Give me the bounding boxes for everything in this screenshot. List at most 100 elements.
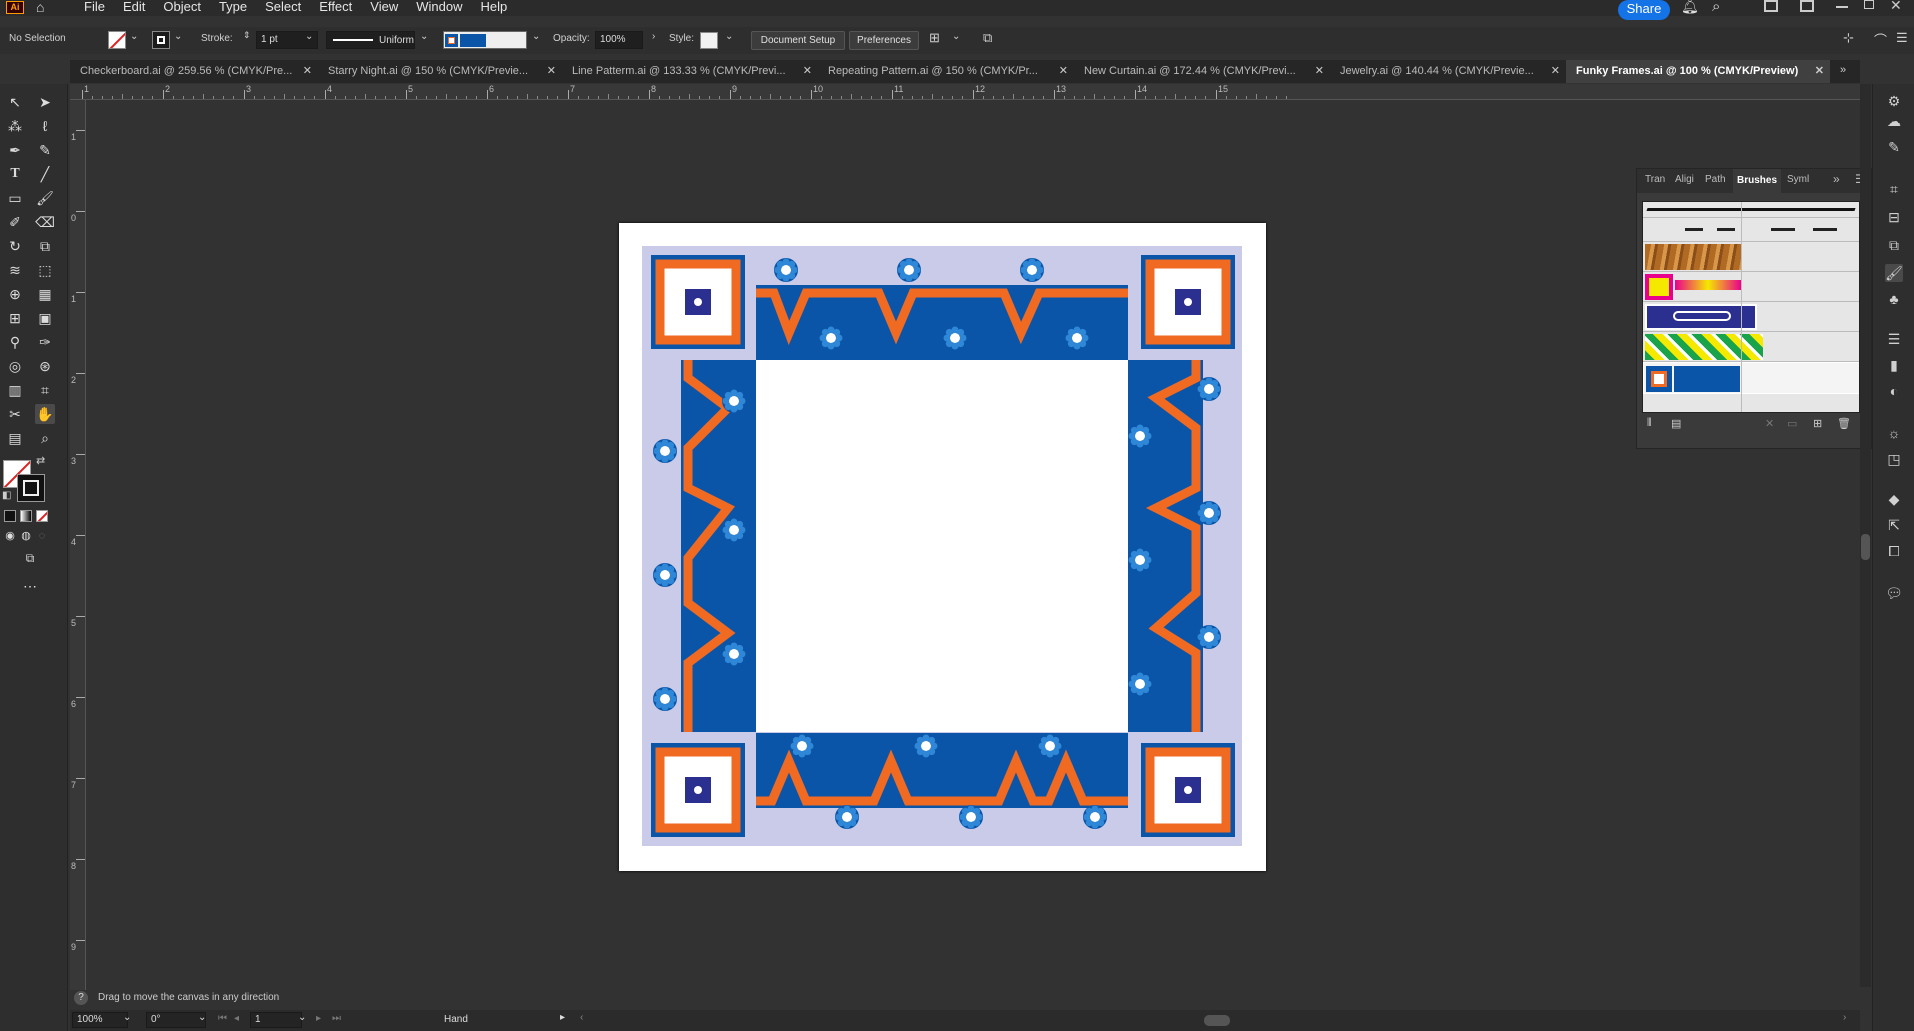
- gradient-tool-icon[interactable]: ▣: [35, 308, 55, 328]
- minimize-icon[interactable]: [1836, 6, 1848, 8]
- rectangle-tool-icon[interactable]: ▭: [5, 188, 25, 208]
- magic-wand-tool-icon[interactable]: ⁂: [5, 116, 25, 136]
- rotation-field[interactable]: 0°: [146, 1012, 206, 1028]
- close-tab-icon[interactable]: ✕: [1551, 60, 1560, 83]
- pen-tool-icon[interactable]: ✒: [5, 140, 25, 160]
- warp-tool-icon[interactable]: ≋: [5, 260, 25, 280]
- brush-row[interactable]: [1643, 242, 1859, 272]
- default-colors-icon[interactable]: ◧: [2, 490, 11, 501]
- stroke-weight-dropdown-icon[interactable]: ⌄: [305, 31, 313, 42]
- brush-row[interactable]: [1643, 218, 1859, 242]
- tab-symbols[interactable]: Syml: [1787, 174, 1809, 185]
- symbol-sprayer-tool-icon[interactable]: ⊛: [35, 356, 55, 376]
- tab-new-curtain[interactable]: New Curtain.ai @ 172.44 % (CMYK/Previ...…: [1074, 60, 1330, 83]
- close-tab-icon[interactable]: ✕: [1815, 60, 1824, 83]
- stroke-swatch[interactable]: [152, 31, 170, 49]
- draw-inside-icon[interactable]: ◌: [32, 526, 52, 546]
- export-icon[interactable]: ⇱: [1885, 516, 1903, 534]
- layers-icon[interactable]: ◆: [1885, 490, 1903, 508]
- measure-tool-icon[interactable]: ✑: [35, 332, 55, 352]
- rotate-tool-icon[interactable]: ↻: [5, 236, 25, 256]
- live-paint-tool-icon[interactable]: ▤: [5, 428, 25, 448]
- first-artboard-icon[interactable]: ⏮: [218, 1013, 227, 1024]
- brush-libraries-icon[interactable]: ⫴: [1647, 417, 1652, 430]
- bell-icon[interactable]: 🔔︎: [1681, 0, 1699, 15]
- last-artboard-icon[interactable]: ⏭: [332, 1013, 341, 1024]
- variable-width-profile[interactable]: Uniform: [326, 31, 415, 49]
- comments-icon[interactable]: 💬︎: [1885, 584, 1903, 602]
- tabs-overflow-icon[interactable]: »: [1840, 64, 1846, 76]
- panel-expand-icon[interactable]: »: [1833, 172, 1840, 186]
- scale-tool-icon[interactable]: ⧉: [35, 236, 55, 256]
- menu-select[interactable]: Select: [265, 0, 301, 14]
- tab-pathfinder[interactable]: Path: [1705, 174, 1726, 185]
- help-icon[interactable]: ?: [74, 991, 88, 1005]
- align-dropdown-icon[interactable]: ⌄: [952, 31, 960, 42]
- rotation-dropdown-icon[interactable]: ⌄: [198, 1012, 206, 1023]
- perspective-grid-tool-icon[interactable]: ▦: [35, 284, 55, 304]
- transform-icon[interactable]: ⌗: [1885, 180, 1903, 198]
- align-icon[interactable]: ⊞: [929, 30, 940, 46]
- tab-checkerboard[interactable]: Checkerboard.ai @ 259.56 % (CMYK/Pre... ✕: [70, 60, 318, 83]
- home-icon[interactable]: ⌂: [36, 0, 52, 15]
- stroke-color-swatch[interactable]: [17, 474, 45, 502]
- paintbrush-tool-icon[interactable]: 🖌︎: [35, 188, 55, 208]
- artboards-icon[interactable]: ⧠: [1885, 542, 1903, 560]
- zoom-field[interactable]: 100%: [72, 1012, 128, 1028]
- menu-edit[interactable]: Edit: [123, 0, 145, 14]
- funky-frame-artwork[interactable]: [619, 223, 1266, 871]
- graph-tool-icon[interactable]: ▥: [5, 380, 25, 400]
- graphic-styles-icon[interactable]: ◳: [1885, 450, 1903, 468]
- learn-icon[interactable]: ✎: [1885, 138, 1903, 156]
- opacity-field[interactable]: 100%: [595, 31, 643, 49]
- libraries-icon[interactable]: ☁: [1885, 112, 1903, 130]
- menu-object[interactable]: Object: [163, 0, 201, 14]
- previous-artboard-icon[interactable]: ◂: [234, 1013, 239, 1024]
- zoom-tool-icon[interactable]: ⌕: [35, 428, 55, 448]
- style-dropdown-icon[interactable]: ⌄: [725, 31, 733, 42]
- stroke-icon[interactable]: ☰: [1885, 330, 1903, 348]
- menu-window[interactable]: Window: [416, 0, 462, 14]
- shape-builder-tool-icon[interactable]: ⊕: [5, 284, 25, 304]
- pathfinder-icon[interactable]: ⧉: [1885, 236, 1903, 254]
- workspace-icon[interactable]: [1764, 0, 1778, 12]
- transform-panel-icon[interactable]: ⧉: [983, 30, 992, 46]
- close-tab-icon[interactable]: ✕: [1315, 60, 1324, 83]
- stroke-stepper-icon[interactable]: ⇕: [243, 30, 251, 41]
- artboard-number-field[interactable]: 1: [250, 1012, 302, 1028]
- free-transform-tool-icon[interactable]: ⬚: [35, 260, 55, 280]
- tab-brushes[interactable]: Brushes: [1733, 169, 1782, 193]
- type-tool-icon[interactable]: T: [5, 164, 25, 184]
- align-icon[interactable]: ⊟: [1885, 208, 1903, 226]
- swap-colors-icon[interactable]: ⇄: [36, 454, 45, 467]
- preferences-button[interactable]: Preferences: [849, 31, 919, 50]
- new-brush-icon[interactable]: ⊞: [1813, 417, 1822, 430]
- tab-line-pattern[interactable]: Line Patterm.ai @ 133.33 % (CMYK/Previ..…: [562, 60, 818, 83]
- edit-toolbar-icon[interactable]: ⋯: [20, 576, 40, 596]
- transparency-icon[interactable]: ◐: [1885, 382, 1903, 400]
- fill-dropdown-icon[interactable]: ⌄: [130, 31, 138, 42]
- stroke-dropdown-icon[interactable]: ⌄: [174, 31, 182, 42]
- color-mode-icon[interactable]: [4, 510, 16, 522]
- brush-dropdown-icon[interactable]: ⌄: [532, 31, 540, 42]
- vertical-ruler[interactable]: 1 0 1 2 3 4 5 6 7 8 9: [70, 100, 86, 990]
- maximize-icon[interactable]: [1864, 0, 1874, 9]
- artboard-tool-icon[interactable]: ⌗: [35, 380, 55, 400]
- menu-file[interactable]: File: [84, 0, 105, 14]
- brush-definition-preview[interactable]: [443, 31, 527, 49]
- puppet-warp-icon[interactable]: ⊹: [1843, 30, 1854, 46]
- opacity-arrow-icon[interactable]: ›: [652, 31, 655, 42]
- curvature-icon[interactable]: ⌒: [1874, 30, 1887, 49]
- fill-swatch[interactable]: [108, 31, 126, 49]
- artboard[interactable]: [619, 223, 1266, 871]
- screen-mode-icon[interactable]: ⧉: [20, 548, 40, 568]
- tab-starry-night[interactable]: Starry Night.ai @ 150 % (CMYK/Previe... ✕: [318, 60, 562, 83]
- brush-library-menu-icon[interactable]: ▤: [1671, 417, 1681, 430]
- tab-repeating-pattern[interactable]: Repeating Pattern.ai @ 150 % (CMYK/Pr...…: [818, 60, 1074, 83]
- gradient-icon[interactable]: ▮: [1885, 356, 1903, 374]
- gradient-mode-icon[interactable]: [20, 510, 32, 522]
- hand-tool-icon[interactable]: ✋: [35, 404, 55, 424]
- brush-row[interactable]: [1643, 302, 1859, 332]
- tab-align[interactable]: Aligi: [1675, 174, 1694, 185]
- tab-transform[interactable]: Tran: [1645, 174, 1665, 185]
